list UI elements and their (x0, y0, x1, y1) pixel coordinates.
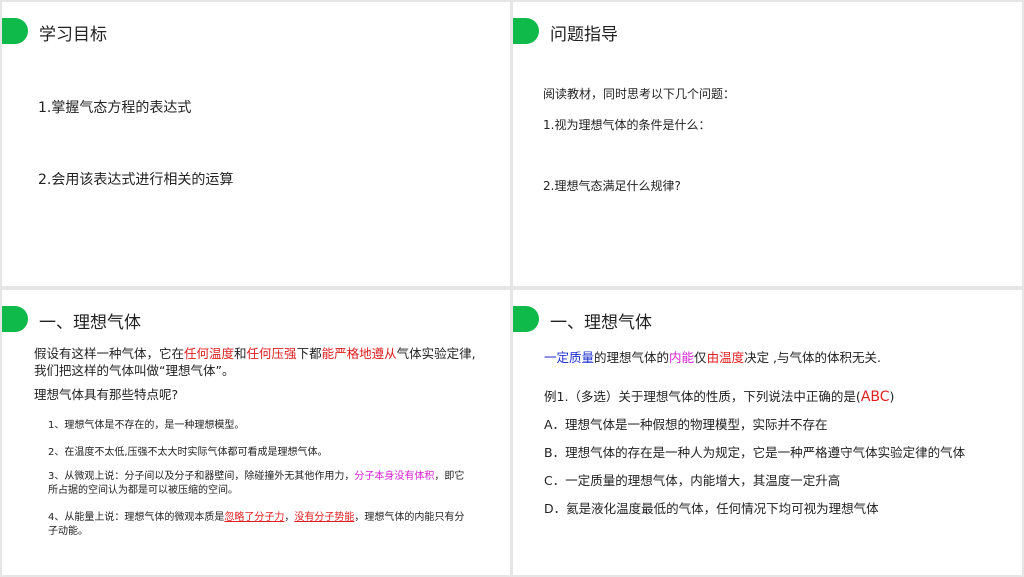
def-text: 和 (234, 346, 247, 361)
slide-title: 学习目标 (39, 25, 107, 45)
statement-text: 的理想气体的 (594, 350, 670, 365)
option-b: B．理想气体的存在是一种人为规定，它是一种严格遵守气体实验定律的气体 (544, 445, 966, 460)
slide-learning-goals: 学习目标 1.掌握气态方程的表达式 2.会用该表达式进行相关的运算 (2, 2, 510, 286)
example-question: 例1.（多选）关于理想气体的性质，下列说法中正确的是(ABC) (544, 386, 894, 405)
title-tab-marker (513, 18, 539, 44)
slide-ideal-gas-example: 一、理想气体 一定质量的理想气体的内能仅由温度决定 ,与气体的体积无关. 例1.… (513, 290, 1022, 575)
point-text: ，理想气体的内能只有分 (354, 512, 465, 523)
option-c: C．一定质量的理想气体，内能增大，其温度一定升高 (544, 473, 841, 488)
option-a: A．理想气体是一种假想的物理模型，实际并不存在 (544, 417, 828, 432)
example-text-close: ) (889, 389, 895, 404)
internal-energy-statement: 一定质量的理想气体的内能仅由温度决定 ,与气体的体积无关. (544, 347, 881, 366)
def-text: 下都 (296, 346, 322, 361)
goal-item-2: 2.会用该表达式进行相关的运算 (38, 172, 234, 188)
goal-item-1: 1.掌握气态方程的表达式 (38, 100, 192, 116)
point-text: 3、从微观上说：分子间以及分子和器壁间，除碰撞外无其他作用力， (48, 471, 355, 482)
slide-question-guide: 问题指导 阅读教材，同时思考以下几个问题： 1.视为理想气体的条件是什么： 2.… (513, 2, 1022, 286)
def-highlight-any-temperature: 任何温度 (184, 346, 235, 361)
point-text-line2: 所占据的空间认为都是可以被压缩的空间。 (48, 485, 238, 496)
slide-ideal-gas-definition: 一、理想气体 假设有这样一种气体，它在任何温度和任何压强下都能严格地遵从气体实验… (2, 290, 510, 575)
highlight-by-temperature: 由温度 (706, 350, 745, 365)
def-highlight-strictly-obey: 能严格地遵从 (321, 346, 397, 361)
guide-intro: 阅读教材，同时思考以下几个问题： (543, 87, 736, 101)
features-question: 理想气体具有那些特点呢? (34, 387, 179, 402)
highlight-ignore-molecular-force: 忽略了分子力 (224, 512, 285, 523)
point-text: ，即它 (434, 471, 465, 482)
feature-point-1: 1、理想气体是不存在的，是一种理想模型。 (48, 420, 245, 431)
def-text: 假设有这样一种气体，它在 (34, 346, 185, 361)
highlight-fixed-mass: 一定质量 (544, 350, 595, 365)
statement-text: 仅 (694, 350, 707, 365)
statement-text: 决定 ,与气体的体积无关. (744, 350, 881, 365)
title-tab-marker (513, 306, 539, 332)
title-tab-marker (2, 306, 28, 332)
feature-point-3: 3、从微观上说：分子间以及分子和器壁间，除碰撞外无其他作用力，分子本身没有体积，… (48, 470, 464, 498)
def-text-line2: 我们把这样的气体叫做“理想气体”。 (34, 363, 235, 378)
title-tab-marker (2, 18, 28, 44)
slide-title: 一、理想气体 (550, 313, 652, 333)
guide-question-2: 2.理想气态满足什么规律? (543, 179, 681, 193)
point-text-line2: 子动能。 (48, 526, 88, 537)
feature-point-4: 4、从能量上说：理想气体的微观本质是忽略了分子力，没有分子势能，理想气体的内能只… (48, 511, 464, 539)
highlight-internal-energy: 内能 (669, 350, 695, 365)
highlight-no-volume: 分子本身没有体积 (354, 471, 435, 482)
option-d: D．氦是液化温度最低的气体，任何情况下均可视为理想气体 (544, 501, 879, 516)
example-answer: ABC (860, 389, 890, 405)
point-text: 4、从能量上说：理想气体的微观本质是 (48, 512, 225, 523)
slide-title: 一、理想气体 (39, 313, 141, 333)
example-text: 例1.（多选）关于理想气体的性质，下列说法中正确的是( (544, 389, 861, 404)
def-text: 气体实验定律, (396, 346, 476, 361)
def-highlight-any-pressure: 任何压强 (246, 346, 297, 361)
ideal-gas-definition: 假设有这样一种气体，它在任何温度和任何压强下都能严格地遵从气体实验定律, 我们把… (34, 345, 476, 379)
highlight-no-potential-energy: 没有分子势能 (294, 512, 355, 523)
point-text: ， (284, 512, 295, 523)
guide-question-1: 1.视为理想气体的条件是什么： (543, 118, 711, 132)
feature-point-2: 2、在温度不太低,压强不太大时实际气体都可看成是理想气体。 (48, 447, 328, 458)
slide-title: 问题指导 (550, 25, 618, 45)
